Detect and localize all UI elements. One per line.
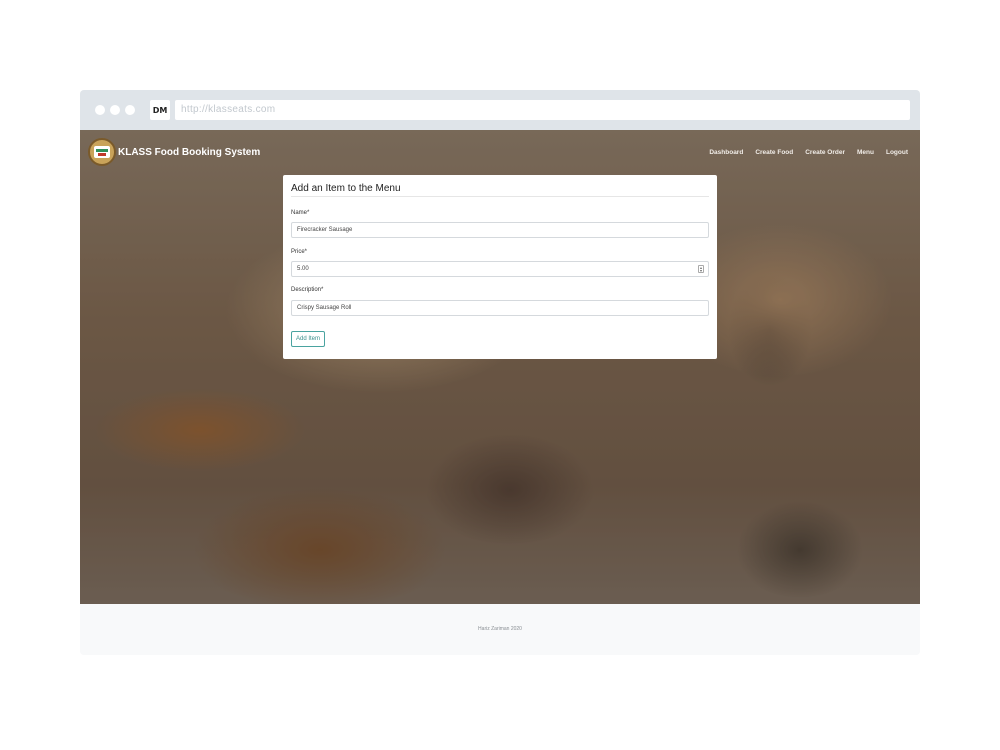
nav-link-logout[interactable]: Logout [886,149,908,156]
form-title: Add an Item to the Menu [291,183,401,194]
window-minimize-dot[interactable] [110,105,120,115]
add-item-button[interactable]: Add Item [291,331,326,347]
price-value: 5.00 [297,266,309,272]
window-close-dot[interactable] [95,105,105,115]
page-footer: Hariz Zariman 2020 [80,604,920,655]
browser-window: DM http://klasseats.com KLASS Food Booki… [80,90,920,655]
description-input[interactable]: Crispy Sausage Roll [291,300,709,316]
brand-name[interactable]: KLASS Food Booking System [118,147,260,158]
add-item-form-card: Add an Item to the Menu Name* Firecracke… [283,175,717,359]
price-input[interactable]: 5.00 ▴ ▾ [291,261,709,277]
nav-link-create-order[interactable]: Create Order [805,149,845,156]
nav-link-menu[interactable]: Menu [857,149,874,156]
browser-toolbar: DM http://klasseats.com [80,90,920,130]
name-input[interactable]: Firecracker Sausage [291,222,709,238]
name-label: Name* [291,210,310,216]
page-viewport: KLASS Food Booking System Dashboard Crea… [80,130,920,604]
price-label: Price* [291,249,308,255]
price-stepper-icon[interactable]: ▴ ▾ [698,265,704,273]
address-bar[interactable]: http://klasseats.com [175,100,910,120]
main-nav: Dashboard Create Food Create Order Menu … [709,149,908,156]
school-crest-icon[interactable] [88,138,116,166]
nav-link-dashboard[interactable]: Dashboard [709,149,743,156]
nav-link-create-food[interactable]: Create Food [755,149,793,156]
footer-credit: Hariz Zariman 2020 [478,626,522,632]
dm-logo-icon: DM [150,100,170,120]
title-divider [291,196,709,197]
description-label: Description* [291,287,324,293]
window-maximize-dot[interactable] [125,105,135,115]
